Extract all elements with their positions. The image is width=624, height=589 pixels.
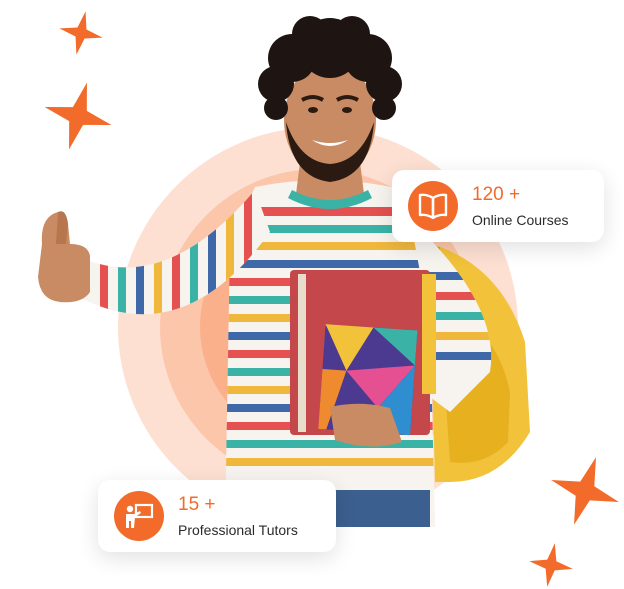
tutors-count: 15 +	[178, 494, 216, 515]
courses-count: 120 +	[472, 184, 521, 205]
professional-tutors-card: 15 + Professional Tutors	[98, 480, 336, 552]
stat-icon-circle	[114, 491, 164, 541]
courses-label: Online Courses	[472, 212, 569, 228]
stat-icon-circle	[408, 181, 458, 231]
student-photo	[38, 16, 530, 527]
tutors-label: Professional Tutors	[178, 522, 298, 538]
star-icon	[551, 457, 619, 525]
star-icon	[529, 543, 573, 587]
teacher-board-icon	[126, 503, 154, 528]
online-courses-card: 120 + Online Courses	[392, 170, 604, 242]
open-book-icon	[418, 193, 448, 219]
hero-illustration: 120 + Online Courses 15 + Professional T…	[0, 0, 624, 589]
